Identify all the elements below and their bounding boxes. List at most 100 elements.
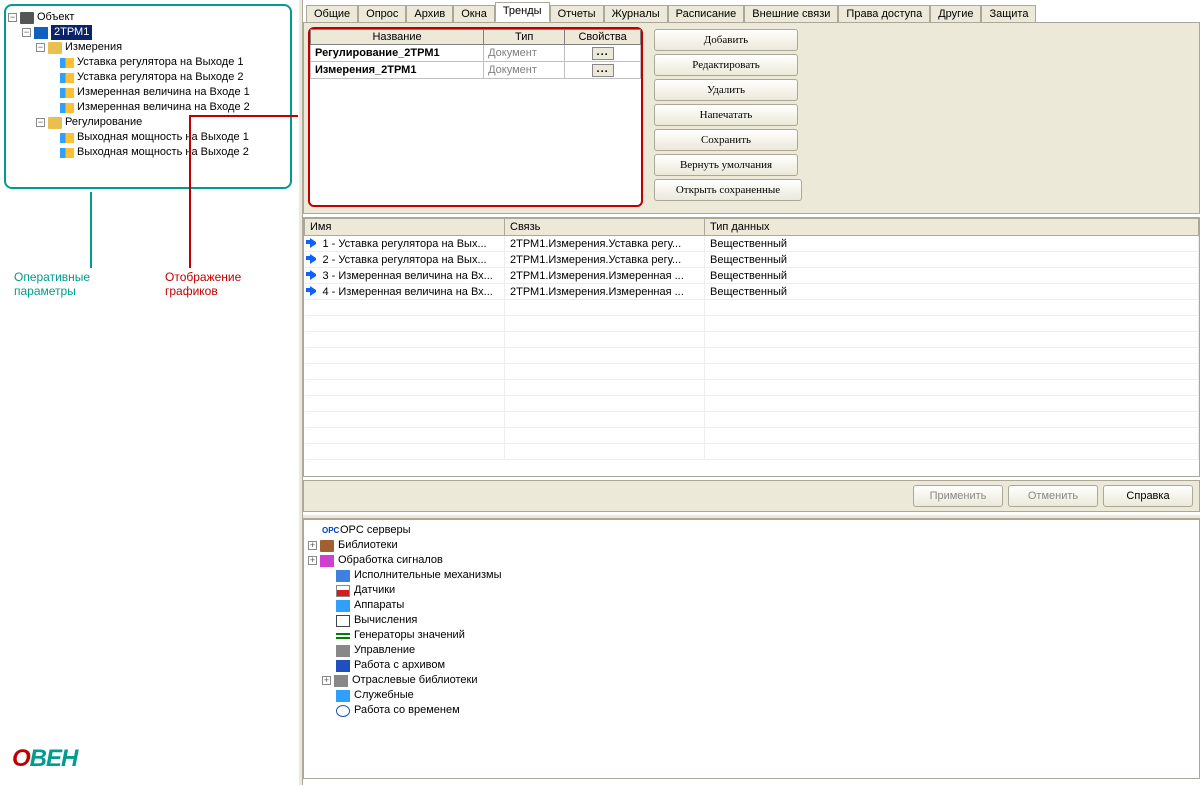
col-type[interactable]: Тип bbox=[484, 30, 565, 45]
tree-selected-label: 2ТРМ1 bbox=[51, 25, 92, 40]
library-tree: OPCOPC серверы +Библиотеки +Обработка си… bbox=[303, 519, 1200, 779]
col-name[interactable]: Название bbox=[311, 30, 484, 45]
sensor-icon bbox=[336, 585, 350, 597]
signal-icon bbox=[320, 555, 334, 567]
help-button[interactable]: Справка bbox=[1103, 485, 1193, 507]
tree-param[interactable]: Выходная мощность на Выходе 2 bbox=[8, 145, 288, 160]
delete-button[interactable]: Удалить bbox=[654, 79, 798, 101]
tree-param[interactable]: Выходная мощность на Выходе 1 bbox=[8, 130, 288, 145]
books-icon bbox=[320, 540, 334, 552]
props-button[interactable]: ... bbox=[592, 64, 614, 77]
tab-schedule[interactable]: Расписание bbox=[668, 5, 745, 23]
apply-button[interactable]: Применить bbox=[913, 485, 1003, 507]
arrow-icon bbox=[310, 286, 320, 296]
cancel-button[interactable]: Отменить bbox=[1008, 485, 1098, 507]
tab-reports[interactable]: Отчеты bbox=[550, 5, 604, 23]
tab-bar: Общие Опрос Архив Окна Тренды Отчеты Жур… bbox=[303, 0, 1200, 22]
col-name[interactable]: Имя bbox=[305, 219, 505, 236]
tab-protection[interactable]: Защита bbox=[981, 5, 1036, 23]
tree-group-meas[interactable]: − Измерения bbox=[8, 40, 288, 55]
lib-opc[interactable]: OPCOPC серверы bbox=[308, 523, 1195, 538]
tab-poll[interactable]: Опрос bbox=[358, 5, 406, 23]
tree-param[interactable]: Измеренная величина на Входе 1 bbox=[8, 85, 288, 100]
lib-calc[interactable]: Вычисления bbox=[308, 613, 1195, 628]
lib-industry[interactable]: +Отраслевые библиотеки bbox=[308, 673, 1195, 688]
tree-root[interactable]: − Объект bbox=[8, 10, 288, 25]
opc-icon: OPC bbox=[322, 525, 336, 537]
lib-devices[interactable]: Аппараты bbox=[308, 598, 1195, 613]
tab-other[interactable]: Другие bbox=[930, 5, 981, 23]
lib-time[interactable]: Работа со временем bbox=[308, 703, 1195, 718]
trend-row[interactable]: Регулирование_2ТРМ1 Документ ... bbox=[311, 45, 641, 62]
tab-access[interactable]: Права доступа bbox=[838, 5, 930, 23]
expander-icon[interactable]: − bbox=[36, 118, 45, 127]
defaults-button[interactable]: Вернуть умолчания bbox=[654, 154, 798, 176]
annotation-connector bbox=[90, 192, 92, 268]
param-icon bbox=[60, 58, 74, 68]
device-icon bbox=[34, 27, 48, 39]
expander-icon[interactable]: + bbox=[308, 541, 317, 550]
param-icon bbox=[60, 103, 74, 113]
arrow-icon bbox=[310, 238, 320, 248]
tab-journals[interactable]: Журналы bbox=[604, 5, 668, 23]
trends-panel: Название Тип Свойства Регулирование_2ТРМ… bbox=[303, 22, 1200, 214]
annotation-connector bbox=[190, 115, 305, 117]
lib-books[interactable]: +Библиотеки bbox=[308, 538, 1195, 553]
annotation-connector bbox=[189, 115, 191, 268]
arrow-icon bbox=[310, 270, 320, 280]
col-props[interactable]: Свойства bbox=[565, 30, 641, 45]
param-icon bbox=[60, 88, 74, 98]
param-icon bbox=[60, 148, 74, 158]
col-link[interactable]: Связь bbox=[505, 219, 705, 236]
folder-icon bbox=[48, 117, 62, 129]
archive-icon bbox=[336, 660, 350, 672]
gen-icon bbox=[336, 633, 350, 639]
tree-group-reg[interactable]: − Регулирование bbox=[8, 115, 288, 130]
expander-icon[interactable]: + bbox=[322, 676, 331, 685]
annotation-params: Оперативные параметры bbox=[14, 270, 90, 298]
tab-extlinks[interactable]: Внешние связи bbox=[744, 5, 838, 23]
trends-list: Название Тип Свойства Регулирование_2ТРМ… bbox=[308, 27, 643, 207]
expander-icon[interactable]: − bbox=[36, 43, 45, 52]
print-button[interactable]: Напечатать bbox=[654, 104, 798, 126]
edit-button[interactable]: Редактировать bbox=[654, 54, 798, 76]
clock-icon bbox=[336, 705, 350, 717]
owen-logo: ОВЕН bbox=[12, 745, 122, 775]
tab-general[interactable]: Общие bbox=[306, 5, 358, 23]
table-row[interactable]: 1 - Уставка регулятора на Вых...2ТРМ1.Из… bbox=[305, 236, 1199, 252]
expander-icon[interactable]: − bbox=[22, 28, 31, 37]
control-icon bbox=[336, 645, 350, 657]
save-button[interactable]: Сохранить bbox=[654, 129, 798, 151]
lib-generators[interactable]: Генераторы значений bbox=[308, 628, 1195, 643]
industry-icon bbox=[334, 675, 348, 687]
trend-row[interactable]: Измерения_2ТРМ1 Документ ... bbox=[311, 62, 641, 79]
lib-service[interactable]: Служебные bbox=[308, 688, 1195, 703]
calc-icon bbox=[336, 615, 350, 627]
props-button[interactable]: ... bbox=[592, 47, 614, 60]
annotation-charts: Отображение графиков bbox=[165, 270, 241, 298]
open-saved-button[interactable]: Открыть сохраненные bbox=[654, 179, 802, 201]
add-button[interactable]: Добавить bbox=[654, 29, 798, 51]
tab-archive[interactable]: Архив bbox=[406, 5, 453, 23]
tab-windows[interactable]: Окна bbox=[453, 5, 495, 23]
tab-trends[interactable]: Тренды bbox=[495, 2, 550, 22]
param-icon bbox=[60, 73, 74, 83]
lib-archive[interactable]: Работа с архивом bbox=[308, 658, 1195, 673]
lib-signals[interactable]: +Обработка сигналов bbox=[308, 553, 1195, 568]
col-datatype[interactable]: Тип данных bbox=[705, 219, 1199, 236]
tree-param[interactable]: Уставка регулятора на Выходе 1 bbox=[8, 55, 288, 70]
lib-sensors[interactable]: Датчики bbox=[308, 583, 1195, 598]
table-row[interactable]: 2 - Уставка регулятора на Вых...2ТРМ1.Из… bbox=[305, 252, 1199, 268]
footer-panel: Применить Отменить Справка bbox=[303, 480, 1200, 512]
expander-icon[interactable]: + bbox=[308, 556, 317, 565]
tree-param[interactable]: Уставка регулятора на Выходе 2 bbox=[8, 70, 288, 85]
lib-control[interactable]: Управление bbox=[308, 643, 1195, 658]
service-icon bbox=[336, 690, 350, 702]
table-row[interactable]: 3 - Измеренная величина на Вх...2ТРМ1.Из… bbox=[305, 268, 1199, 284]
expander-icon[interactable]: − bbox=[8, 13, 17, 22]
action-buttons: Добавить Редактировать Удалить Напечатат… bbox=[654, 29, 804, 204]
tree-device[interactable]: − 2ТРМ1 bbox=[8, 25, 288, 40]
tree-param[interactable]: Измеренная величина на Входе 2 bbox=[8, 100, 288, 115]
table-row[interactable]: 4 - Измеренная величина на Вх...2ТРМ1.Из… bbox=[305, 284, 1199, 300]
lib-mechanisms[interactable]: Исполнительные механизмы bbox=[308, 568, 1195, 583]
